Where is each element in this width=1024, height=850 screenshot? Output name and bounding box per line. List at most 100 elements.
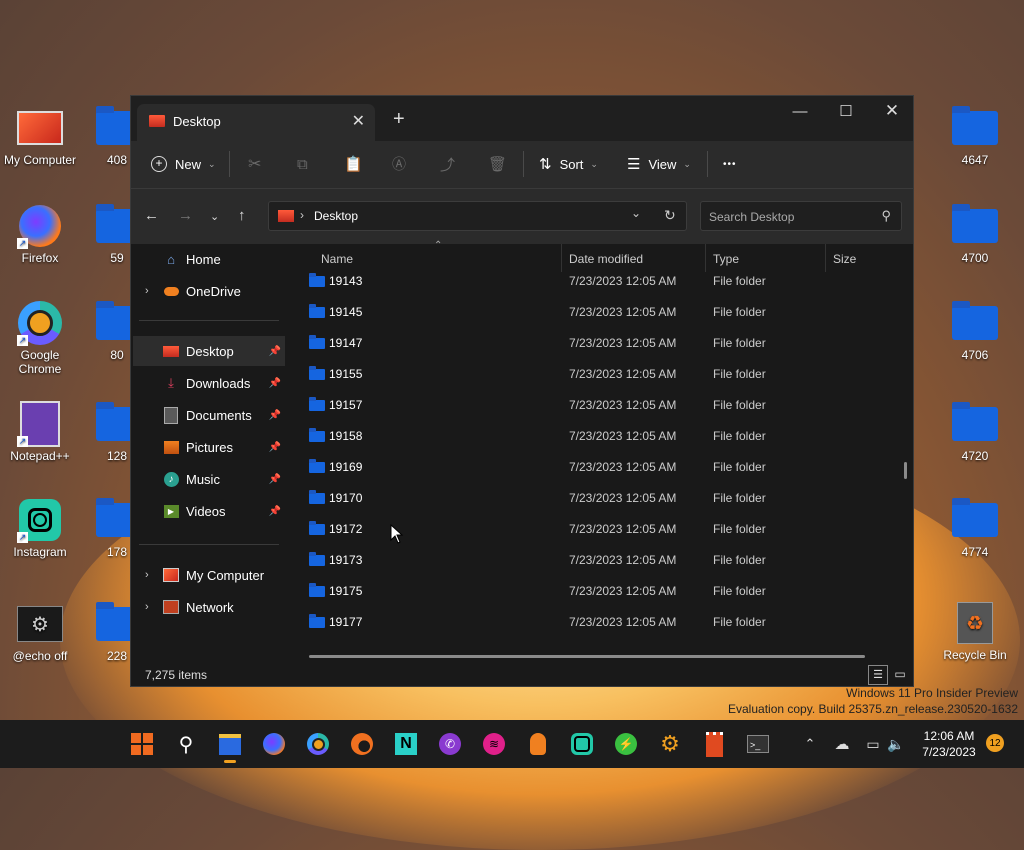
lightbulb-icon[interactable] [526, 732, 550, 756]
tab-desktop[interactable]: Desktop ✕ [137, 104, 375, 141]
spotify-icon[interactable]: ≋ [482, 732, 506, 756]
sidebar-item-downloads[interactable]: ⤓ Downloads 📌 [133, 368, 285, 398]
tiles-view-icon[interactable]: ▭ [891, 665, 909, 683]
address-bar[interactable]: › Desktop ⌄ ↻ [268, 201, 687, 231]
notion-icon[interactable]: N [394, 732, 418, 756]
search-input[interactable]: Search Desktop ⚲ [700, 201, 902, 231]
close-button[interactable]: ✕ [869, 96, 915, 126]
table-row[interactable]: 19157 7/23/2023 12:05 AM File folder [307, 391, 897, 422]
clock[interactable]: 12:06 AM 7/23/2023 [916, 728, 982, 760]
desktop-icon-recycle-bin[interactable]: ♻ Recycle Bin [935, 600, 1015, 662]
desktop-folder[interactable]: 4774 [935, 497, 1015, 559]
notepad-icon[interactable] [702, 731, 726, 757]
file-explorer-taskbar-icon[interactable] [218, 732, 242, 763]
chevron-right-icon[interactable]: › [145, 285, 149, 297]
table-row[interactable]: 19145 7/23/2023 12:05 AM File folder [307, 298, 897, 329]
pin-icon[interactable]: 📌 [269, 378, 281, 389]
delete-icon[interactable]: 🗑 [488, 151, 507, 177]
desktop-folder[interactable]: 128 [82, 401, 142, 463]
desktop-icon-firefox[interactable]: ↗ Firefox [0, 203, 80, 265]
sort-button[interactable]: ⇅ Sort ⌄ [539, 151, 598, 177]
messenger-icon[interactable]: ⚡ [614, 732, 638, 756]
chevron-right-icon[interactable]: › [145, 601, 149, 613]
pin-icon[interactable]: 📌 [269, 442, 281, 453]
desktop-icon-instagram[interactable]: ↗ Instagram [0, 497, 80, 559]
desktop-icon-echo-off[interactable]: ⚙ @echo off [0, 601, 80, 663]
desktop-folder[interactable]: 4706 [935, 300, 1015, 362]
table-row[interactable]: 19170 7/23/2023 12:05 AM File folder [307, 484, 897, 515]
volume-icon[interactable]: 🔈 [884, 732, 908, 756]
refresh-icon[interactable]: ↻ [664, 207, 676, 224]
new-button[interactable]: + New ⌄ [151, 151, 216, 177]
sidebar-item-network[interactable]: › Network [133, 592, 285, 622]
chevron-down-icon[interactable]: ⌄ [631, 206, 641, 220]
desktop-folder[interactable]: 4720 [935, 401, 1015, 463]
sidebar-item-my-computer[interactable]: › My Computer [133, 560, 285, 590]
terminal-icon[interactable]: >_ [746, 732, 770, 756]
pin-icon[interactable]: 📌 [269, 410, 281, 421]
paste-icon[interactable]: 📋 [344, 151, 363, 177]
desktop-folder[interactable]: 4700 [935, 203, 1015, 265]
back-arrow-icon[interactable]: ← [144, 207, 159, 224]
notification-badge[interactable]: 12 [986, 734, 1004, 752]
pin-icon[interactable]: 📌 [269, 474, 281, 485]
desktop-icon-notepadpp[interactable]: ↗ Notepad++ [0, 401, 80, 463]
firefox-icon[interactable] [262, 732, 286, 756]
vertical-scrollbar[interactable] [904, 462, 907, 479]
view-button[interactable]: ☰ View ⌄ [627, 151, 691, 177]
sidebar-item-pictures[interactable]: Pictures 📌 [133, 432, 285, 462]
column-header-size[interactable]: Size [833, 252, 856, 266]
column-header-type[interactable]: Type [713, 252, 739, 266]
table-row[interactable]: 19155 7/23/2023 12:05 AM File folder [307, 360, 897, 391]
sidebar-item-videos[interactable]: ▶ Videos 📌 [133, 496, 285, 526]
table-row[interactable]: 19173 7/23/2023 12:05 AM File folder [307, 546, 897, 577]
maximize-button[interactable]: ☐ [823, 96, 869, 126]
column-header-name[interactable]: Name [321, 252, 353, 266]
up-arrow-icon[interactable]: ↑ [238, 207, 246, 224]
table-row[interactable]: 19175 7/23/2023 12:05 AM File folder [307, 577, 897, 608]
column-header-date[interactable]: Date modified [569, 252, 643, 266]
desktop-icon-chrome[interactable]: ↗ Google Chrome [0, 300, 80, 376]
desktop-folder[interactable]: 59 [82, 203, 142, 265]
recent-locations-chevron-icon[interactable]: ⌄ [210, 210, 219, 223]
table-row[interactable]: 19143 7/23/2023 12:05 AM File folder [307, 267, 897, 298]
edge-icon[interactable] [350, 732, 374, 756]
pin-icon[interactable]: 📌 [269, 506, 281, 517]
share-icon[interactable]: ⤴ [440, 151, 455, 177]
search-icon[interactable]: ⚲ [174, 732, 198, 756]
cut-icon[interactable]: ✂ [248, 151, 261, 177]
copy-icon[interactable]: ⧉ [297, 151, 308, 177]
desktop-folder[interactable]: 228 [82, 601, 142, 663]
sidebar-item-music[interactable]: ♪ Music 📌 [133, 464, 285, 494]
pin-icon[interactable]: 📌 [269, 346, 281, 357]
instagram-icon[interactable] [570, 732, 594, 756]
sidebar-item-documents[interactable]: Documents 📌 [133, 400, 285, 430]
details-view-icon[interactable]: ☰ [868, 665, 888, 685]
close-tab-icon[interactable]: ✕ [352, 111, 365, 131]
chrome-icon[interactable] [306, 732, 330, 756]
desktop-folder[interactable]: 4647 [935, 105, 1015, 167]
forward-arrow-icon[interactable]: → [178, 207, 193, 224]
chevron-right-icon[interactable]: › [145, 569, 149, 581]
minimize-button[interactable]: — [777, 96, 823, 126]
desktop-folder[interactable]: 408 [82, 105, 142, 167]
sidebar-item-onedrive[interactable]: › OneDrive [133, 276, 285, 306]
table-row[interactable]: 19147 7/23/2023 12:05 AM File folder [307, 329, 897, 360]
settings-gear-icon[interactable]: ⚙ [658, 731, 682, 756]
network-status-icon[interactable]: ▭ [861, 732, 885, 756]
table-row[interactable]: 19177 7/23/2023 12:05 AM File folder [307, 608, 897, 639]
sidebar-item-desktop[interactable]: Desktop 📌 [133, 336, 285, 366]
desktop-folder[interactable]: 80 [82, 300, 142, 362]
table-row[interactable]: 19169 7/23/2023 12:05 AM File folder [307, 453, 897, 484]
chevron-up-icon[interactable]: ⌃ [798, 732, 822, 756]
sidebar-item-home[interactable]: ⌂ Home [133, 244, 285, 274]
more-options-button[interactable]: ••• [723, 151, 737, 177]
rename-icon[interactable]: Ⓐ [392, 151, 406, 177]
horizontal-scrollbar[interactable] [309, 655, 865, 658]
desktop-folder[interactable]: 178 [82, 497, 142, 559]
desktop-icon-my-computer[interactable]: My Computer [0, 105, 80, 167]
table-row[interactable]: 19158 7/23/2023 12:05 AM File folder [307, 422, 897, 453]
cloud-offline-icon[interactable]: ☁ [830, 732, 854, 756]
phone-app-icon[interactable]: ✆ [438, 732, 462, 756]
breadcrumb-desktop[interactable]: Desktop [314, 209, 358, 223]
